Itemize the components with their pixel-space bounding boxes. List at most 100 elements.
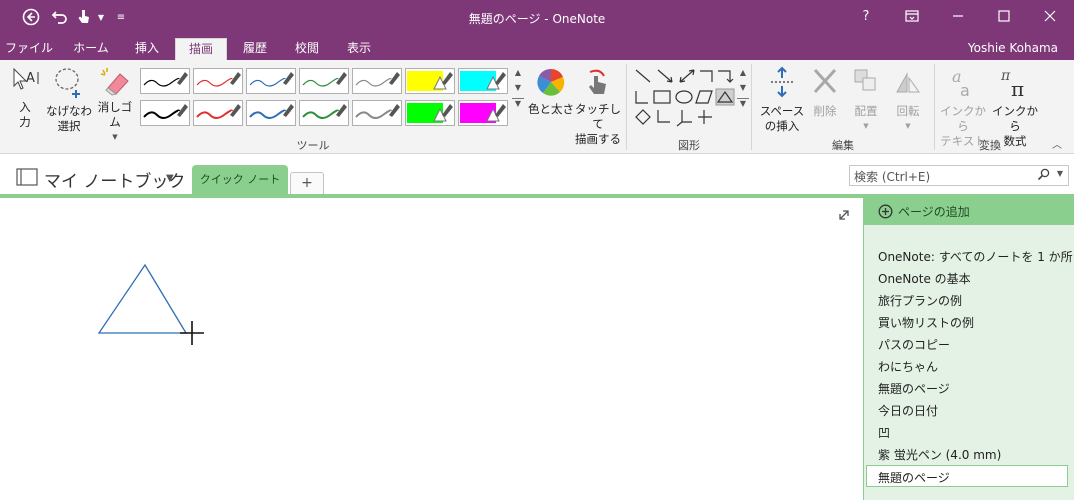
- page-item[interactable]: 無題のページ: [878, 380, 950, 397]
- pen-swatch[interactable]: [246, 68, 296, 94]
- highlighter-swatch[interactable]: [405, 100, 455, 126]
- add-page-label: ページの追加: [898, 205, 970, 219]
- minimize-icon[interactable]: [935, 0, 981, 32]
- pen-swatch[interactable]: [352, 68, 402, 94]
- insert-space-icon: [771, 66, 793, 98]
- notebook-dropdown-icon[interactable]: ▼: [166, 173, 174, 184]
- collapse-ribbon-icon[interactable]: ︿: [1052, 136, 1062, 151]
- chevron-down-icon[interactable]: ▼: [737, 83, 749, 92]
- help-button[interactable]: ?: [843, 0, 889, 32]
- search-placeholder: 検索 (Ctrl+E): [854, 170, 931, 184]
- eraser-button[interactable]: 消しゴム ▼: [94, 66, 136, 145]
- page-item[interactable]: 旅行プランの例: [878, 292, 962, 309]
- pen-swatch[interactable]: [193, 68, 243, 94]
- maximize-icon[interactable]: [981, 0, 1027, 32]
- page-item[interactable]: わにちゃん: [878, 358, 938, 375]
- axis-xyz-icon: [676, 110, 692, 127]
- delete-button[interactable]: 削除: [806, 66, 844, 119]
- chevron-down-icon[interactable]: ▼: [886, 119, 930, 134]
- insert-space-button[interactable]: スペース の挿入: [758, 66, 806, 134]
- add-section-button[interactable]: +: [290, 172, 324, 194]
- arrange-label: 配置: [854, 104, 878, 118]
- section-tab-quick-notes[interactable]: クイック ノート: [192, 165, 288, 196]
- shapes-gallery-scroll[interactable]: ▲ ▼ ▼: [737, 68, 749, 108]
- group-label-tools: ツール: [296, 139, 330, 152]
- user-name[interactable]: Yoshie Kohama: [968, 41, 1058, 55]
- chevron-up-icon[interactable]: ▲: [737, 68, 749, 77]
- tab-insert[interactable]: 挿入: [122, 38, 172, 60]
- ellipse-shape-icon: [675, 90, 693, 104]
- color-thickness-label: 色と太さ: [528, 102, 574, 116]
- ribbon: A 入力 なげなわ 選択 消しゴム ▼ ▲ ▼ ▼ 色と太さ タッチして 描画す…: [0, 60, 1074, 154]
- page-item[interactable]: OneNote: すべてのノートを 1 か所: [878, 248, 1073, 265]
- ribbon-display-options-icon[interactable]: [889, 0, 935, 32]
- tab-file[interactable]: ファイル: [0, 38, 58, 60]
- page-item[interactable]: パスのコピー: [878, 336, 950, 353]
- chevron-up-icon[interactable]: ▲: [512, 68, 524, 77]
- ribbon-tab-bar: ファイル ホーム 挿入 描画 履歴 校閲 表示 Yoshie Kohama: [0, 36, 1074, 60]
- page-item[interactable]: OneNote の基本: [878, 270, 971, 287]
- pen-swatch[interactable]: [299, 68, 349, 94]
- delete-x-icon: [813, 68, 837, 94]
- add-page-button[interactable]: ページの追加: [864, 198, 1074, 225]
- tab-view[interactable]: 表示: [334, 38, 384, 60]
- arrange-button[interactable]: 配置 ▼: [846, 66, 886, 134]
- highlighter-swatch[interactable]: [405, 68, 455, 94]
- elbow-connector-icon: [700, 70, 713, 82]
- tab-review[interactable]: 校閲: [282, 38, 332, 60]
- page-item[interactable]: 凹: [878, 424, 890, 441]
- page-item[interactable]: 今日の日付: [878, 402, 938, 419]
- color-thickness-button[interactable]: 色と太さ: [528, 66, 574, 117]
- full-page-view-icon[interactable]: [837, 208, 851, 225]
- page-item[interactable]: 紫 蛍光ペン (4.0 mm): [878, 446, 1001, 463]
- lasso-icon: [55, 68, 80, 98]
- lasso-label-1: なげなわ: [46, 104, 92, 118]
- eraser-icon: [100, 68, 129, 96]
- highlighter-swatch[interactable]: [458, 100, 508, 126]
- line-shape-icon: [635, 69, 651, 83]
- close-icon[interactable]: [1027, 0, 1073, 32]
- double-arrow-shape-icon: [679, 69, 695, 83]
- shapes-gallery[interactable]: [632, 66, 736, 128]
- touch-draw-icon: [589, 69, 606, 94]
- gallery-expand-icon[interactable]: ▼: [512, 98, 524, 108]
- svg-text:π: π: [1000, 68, 1011, 84]
- gallery-expand-icon[interactable]: ▼: [737, 98, 749, 108]
- svg-text:A: A: [26, 71, 35, 86]
- search-scope-dropdown-icon[interactable]: ▼: [1057, 169, 1063, 178]
- touch-draw-button[interactable]: タッチして 描画する: [574, 66, 622, 147]
- elbow-arrow-icon: [718, 70, 734, 83]
- pen-swatch[interactable]: [352, 100, 402, 126]
- pen-swatch[interactable]: [246, 100, 296, 126]
- group-label-convert: 変換: [979, 139, 1001, 152]
- type-button-label: 入力: [19, 100, 31, 129]
- diamond-shape-icon: [635, 109, 651, 125]
- tab-home[interactable]: ホーム: [62, 38, 120, 60]
- rotate-button[interactable]: 回転 ▼: [886, 66, 930, 134]
- tab-draw[interactable]: 描画: [175, 38, 227, 60]
- page-item[interactable]: 買い物リストの例: [878, 314, 974, 331]
- highlighter-swatch[interactable]: [458, 68, 508, 94]
- type-button[interactable]: A 入力: [8, 66, 42, 130]
- pen-swatch[interactable]: [140, 100, 190, 126]
- pen-swatch[interactable]: [140, 68, 190, 94]
- pen-gallery-scroll[interactable]: ▲ ▼ ▼: [512, 68, 524, 108]
- lasso-select-button[interactable]: なげなわ 選択: [46, 66, 92, 134]
- eraser-label: 消しゴム: [97, 100, 133, 129]
- axis-xy-icon: [657, 110, 670, 123]
- tab-history[interactable]: 履歴: [230, 38, 280, 60]
- notebook-icon[interactable]: [16, 168, 38, 189]
- insert-space-label-2: の挿入: [764, 119, 800, 133]
- notebook-name[interactable]: マイ ノートブック: [44, 167, 185, 192]
- chevron-down-icon[interactable]: ▼: [512, 83, 524, 92]
- page-canvas[interactable]: [0, 198, 863, 500]
- svg-text:π: π: [1011, 77, 1024, 100]
- rotate-label: 回転: [896, 104, 920, 118]
- pen-swatch[interactable]: [299, 100, 349, 126]
- search-input[interactable]: 検索 (Ctrl+E) ▼: [849, 165, 1069, 186]
- page-item-current[interactable]: 無題のページ: [866, 465, 1068, 487]
- chevron-down-icon[interactable]: ▼: [846, 119, 886, 134]
- rotate-icon: [896, 72, 920, 93]
- pen-swatch[interactable]: [193, 100, 243, 126]
- search-icon[interactable]: [1037, 168, 1050, 184]
